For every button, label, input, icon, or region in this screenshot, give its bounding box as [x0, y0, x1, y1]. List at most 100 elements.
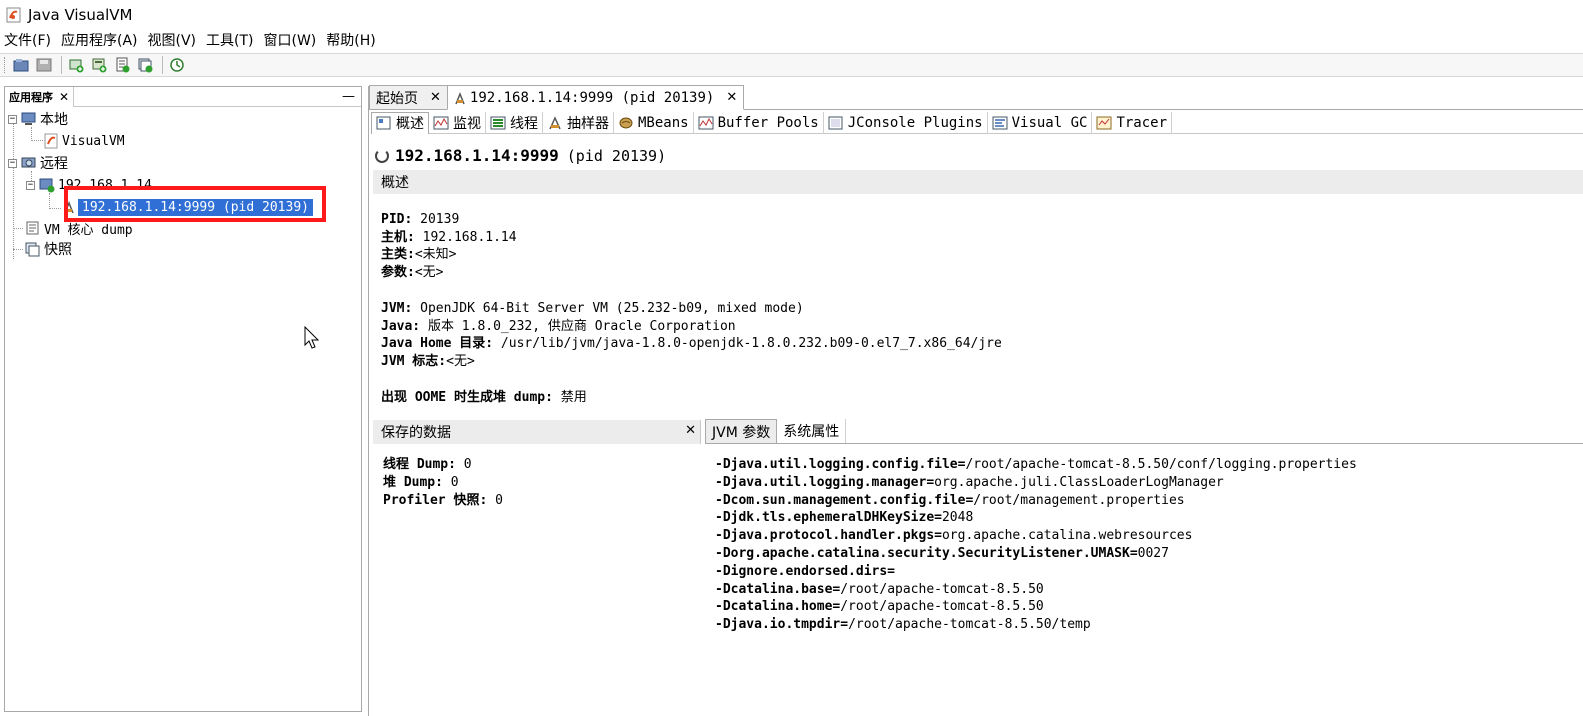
tree-node-local[interactable]: − 本地	[8, 109, 68, 129]
jvm-arg-value: /root/apache-tomcat-8.5.50/conf/logging.…	[965, 457, 1357, 472]
overview-host: 192.168.1.14:9999	[395, 146, 559, 165]
tree-connector	[49, 208, 61, 209]
tab-jconsole-plugins[interactable]: JConsole Plugins	[824, 111, 988, 134]
jvm-arg-row: -Dorg.apache.catalina.security.SecurityL…	[715, 545, 1357, 563]
tab-visual-gc[interactable]: Visual GC	[988, 111, 1093, 134]
jvm-label: JVM:	[381, 301, 413, 316]
jvm-arg-row: -Dcom.sun.management.config.file=/root/m…	[715, 492, 1357, 510]
add-snapshot-icon[interactable]	[135, 55, 155, 75]
sampler-icon	[547, 115, 563, 130]
red-highlight-annotation	[64, 186, 326, 222]
menu-file[interactable]: 文件(F)	[0, 30, 56, 52]
oome-info: 出现 OOME 时生成堆 dump: 禁用	[381, 389, 587, 407]
tab-mbeans-label: MBeans	[638, 114, 689, 131]
jvm-value: OpenJDK 64-Bit Server VM (25.232-b09, mi…	[420, 301, 804, 316]
tab-mbeans[interactable]: MBeans	[614, 111, 694, 134]
jvm-arg-row: -Djdk.tls.ephemeralDHKeySize=2048	[715, 509, 1357, 527]
jvm-arg-value: org.apache.juli.ClassLoaderLogManager	[934, 474, 1224, 490]
compare-icon[interactable]	[167, 55, 187, 75]
jvm-arg-key: -Dignore.endorsed.dirs=	[715, 563, 896, 579]
visual-gc-icon	[992, 116, 1008, 130]
jvm-arg-value: 2048	[941, 510, 974, 526]
tab-applications[interactable]: 应用程序 ✕	[5, 86, 75, 107]
tree-label-snapshots: 快照	[44, 242, 72, 258]
add-remote-host-icon[interactable]	[89, 55, 109, 75]
close-icon[interactable]: ✕	[59, 90, 69, 104]
overview-section-bar[interactable]: 概述	[373, 170, 1583, 194]
heap-dump-value: 0	[450, 475, 459, 490]
tab-start-page[interactable]: 起始页 ✕	[369, 85, 448, 109]
jvm-arg-value: /root/management.properties	[973, 492, 1185, 508]
saved-data-list: 线程 Dump: 0 堆 Dump: 0 Profiler 快照: 0	[383, 456, 503, 510]
tracer-icon	[1096, 116, 1112, 130]
jvmflags-label: JVM 标志:	[381, 353, 447, 369]
tab-sampler-label: 抽样器	[567, 115, 609, 132]
java-label: Java:	[381, 318, 421, 334]
menu-applications[interactable]: 应用程序(A)	[56, 30, 143, 52]
jvm-arg-key: -Dcatalina.base=	[715, 581, 841, 597]
jvm-info-tabs: JVM 参数 系统属性	[705, 418, 1583, 444]
mbeans-icon	[618, 116, 634, 130]
threads-icon	[490, 116, 506, 130]
collapse-icon[interactable]: −	[8, 114, 17, 124]
collapse-icon[interactable]: −	[26, 180, 35, 190]
minimize-icon[interactable]: —	[342, 89, 355, 104]
jvm-args-list: -Djava.util.logging.config.file=/root/ap…	[715, 456, 1357, 634]
loading-spinner-icon	[375, 148, 389, 163]
jvmflags-value: <无>	[446, 353, 475, 369]
tab-overview[interactable]: 概述	[371, 111, 429, 134]
tab-monitor[interactable]: 监视	[429, 111, 486, 134]
collapse-icon[interactable]: −	[8, 158, 17, 168]
tab-jconsole-plugins-label: JConsole Plugins	[847, 114, 983, 131]
tab-system-properties[interactable]: 系统属性	[777, 419, 847, 443]
jvm-arg-row: -Dcatalina.home=/root/apache-tomcat-8.5.…	[715, 598, 1357, 616]
profiler-snapshot-value: 0	[495, 493, 503, 508]
toolbar-separator	[61, 56, 62, 74]
heap-dump-label: 堆 Dump:	[383, 475, 443, 490]
open-icon[interactable]	[11, 55, 31, 75]
tab-jvm-args[interactable]: JVM 参数	[705, 419, 778, 443]
remote-host-icon	[39, 177, 55, 193]
tab-tracer[interactable]: Tracer	[1092, 111, 1173, 134]
add-jmx-connection-icon[interactable]	[66, 55, 86, 75]
tab-threads[interactable]: 线程	[486, 111, 543, 134]
java-app-icon	[43, 133, 59, 149]
menu-help[interactable]: 帮助(H)	[321, 30, 380, 52]
jvm-arg-row: -Djava.util.logging.manager=org.apache.j…	[715, 474, 1357, 492]
menu-view[interactable]: 视图(V)	[143, 30, 202, 52]
snapshot-icon	[25, 241, 41, 257]
close-icon[interactable]: ✕	[726, 90, 737, 105]
window-title: Java VisualVM	[28, 6, 133, 24]
add-vm-coredump-icon[interactable]	[112, 55, 132, 75]
overview-icon	[376, 116, 392, 130]
menu-tools[interactable]: 工具(T)	[201, 30, 258, 52]
overview-header: 192.168.1.14:9999 (pid 20139)	[375, 146, 666, 165]
coredump-icon	[25, 220, 41, 236]
menu-window[interactable]: 窗口(W)	[259, 30, 322, 52]
jvm-arg-row: -Dignore.endorsed.dirs=	[715, 563, 1357, 581]
close-icon[interactable]: ✕	[685, 423, 696, 438]
javahome-label: Java Home 目录:	[381, 336, 494, 351]
tree-connector	[13, 249, 23, 250]
menu-bar: 文件(F) 应用程序(A) 视图(V) 工具(T) 窗口(W) 帮助(H)	[0, 30, 1583, 52]
oome-label: 出现 OOME 时生成堆 dump:	[381, 390, 553, 405]
tree-node-remote[interactable]: − 远程	[8, 153, 68, 173]
tab-visual-gc-label: Visual GC	[1011, 114, 1088, 131]
remote-hosts-icon	[21, 155, 37, 171]
tree-node-visualvm[interactable]: VisualVM	[43, 131, 125, 151]
tab-buffer-pools[interactable]: Buffer Pools	[694, 111, 824, 134]
monitor-icon	[433, 116, 449, 130]
tree-node-snapshots[interactable]: 快照	[25, 239, 72, 259]
jvm-arg-row: -Djava.util.logging.config.file=/root/ap…	[715, 456, 1357, 474]
saved-data-bar[interactable]: 保存的数据 ✕	[373, 420, 701, 444]
tab-sampler[interactable]: 抽样器	[543, 111, 614, 134]
toolbar-grip[interactable]	[4, 57, 7, 73]
close-icon[interactable]: ✕	[430, 90, 441, 105]
save-icon[interactable]	[34, 55, 54, 75]
jvm-arg-key: -Djava.util.logging.manager=	[715, 474, 935, 490]
tab-remote-app[interactable]: 192.168.1.14:9999 (pid 20139) ✕	[446, 85, 745, 110]
overview-section-title: 概述	[381, 175, 409, 191]
jvm-arg-key: -Djava.util.logging.config.file=	[715, 457, 966, 472]
tab-tracer-label: Tracer	[1116, 114, 1168, 131]
host-label: 主机:	[381, 229, 415, 245]
